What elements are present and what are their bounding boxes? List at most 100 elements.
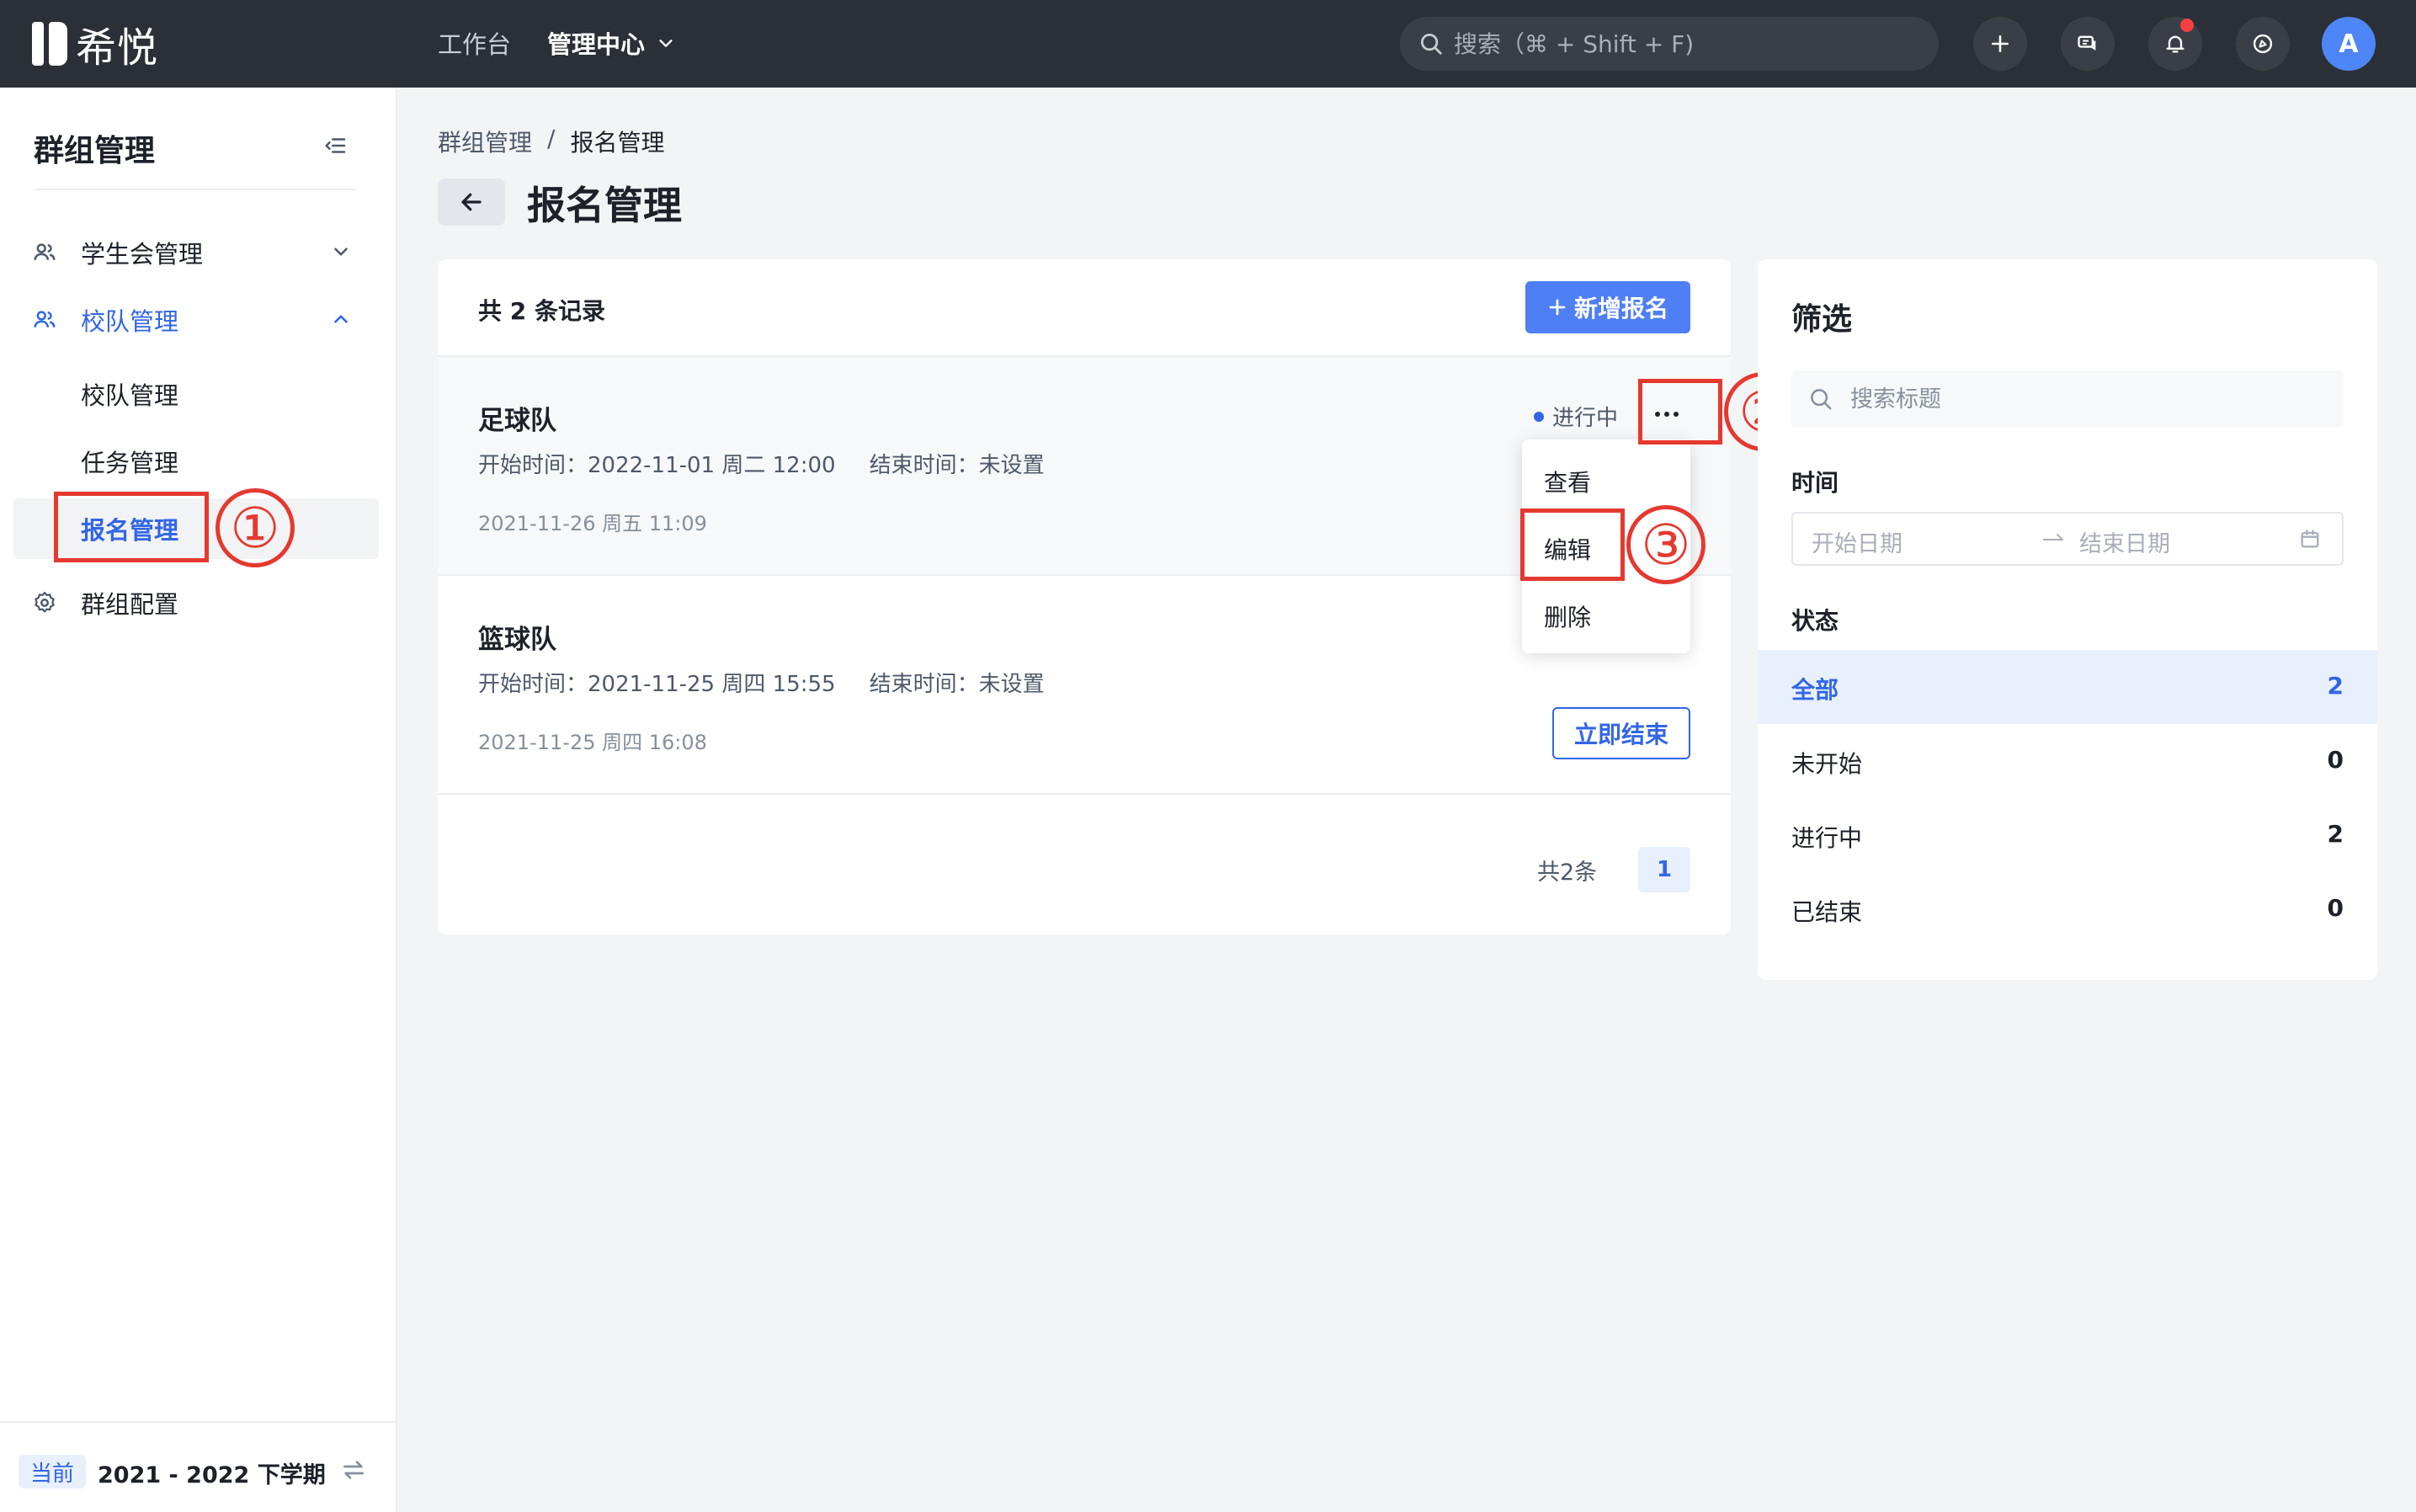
- user-avatar[interactable]: A: [2322, 17, 2376, 71]
- chevron-down-icon: [659, 40, 673, 47]
- registration-title: 足球队: [478, 406, 556, 436]
- sidebar-item-label: 校队管理: [81, 307, 179, 336]
- filter-panel: 筛选 时间 开始日期 结束日期 状态 全部 2 未开始 0 进行中 2 已结束 …: [1758, 259, 2377, 980]
- current-term-text: 2021 - 2022 下学期: [98, 1462, 326, 1488]
- annotation-box-3: [1520, 508, 1625, 581]
- compass-icon: [2253, 34, 2273, 54]
- current-term-badge: 当前: [19, 1455, 87, 1488]
- start-time: 开始时间：2022-11-01 周二 12:00: [478, 453, 836, 478]
- status-filter-count: 2: [2327, 820, 2344, 848]
- sidebar: 群组管理 学生会管理 校队管理 校队管理 任务管理 报名管理 群组配置 当前 2…: [0, 88, 397, 1512]
- plus-icon: [1549, 299, 1566, 316]
- registration-title: 篮球队: [478, 625, 556, 655]
- search-icon: [1421, 34, 1442, 55]
- arrow-left-icon: [461, 193, 482, 211]
- annotation-box-2: [1638, 379, 1722, 445]
- sidebar-item-label: 任务管理: [81, 449, 179, 477]
- apps-button[interactable]: [2236, 17, 2290, 71]
- sidebar-item-label: 校队管理: [81, 381, 179, 410]
- breadcrumb-current: 报名管理: [570, 129, 665, 157]
- sidebar-title: 群组管理: [34, 134, 156, 168]
- add-registration-label: 新增报名: [1573, 295, 1668, 322]
- annotation-number-3: ③: [1626, 505, 1706, 584]
- pagination-total: 共2条: [1537, 860, 1598, 886]
- status-filter-not-started[interactable]: 未开始 0: [1758, 724, 2377, 798]
- global-search-input[interactable]: [1454, 29, 1908, 58]
- top-bar: 希悦 工作台 管理中心 A: [0, 0, 2416, 88]
- menu-item-delete[interactable]: 删除: [1544, 599, 1591, 633]
- swap-icon[interactable]: [340, 1456, 367, 1483]
- plus-icon: [1992, 35, 2009, 52]
- sidebar-subitem-team-management[interactable]: 校队管理: [13, 364, 379, 424]
- annotation-box-1: [54, 492, 209, 562]
- breadcrumb: 群组管理 / 报名管理: [438, 125, 664, 158]
- end-time: 结束时间：未设置: [869, 453, 1045, 478]
- notifications-button[interactable]: [2148, 17, 2202, 71]
- start-date-placeholder[interactable]: 开始日期: [1812, 525, 1902, 558]
- notification-badge: [2180, 19, 2194, 32]
- end-now-button[interactable]: 立即结束: [1552, 707, 1690, 759]
- sidebar-item-label: 群组配置: [81, 590, 179, 619]
- sidebar-item-group-config[interactable]: 群组配置: [13, 572, 379, 633]
- create-button[interactable]: [1973, 17, 2027, 71]
- status-filter-name: 进行中: [1791, 824, 1863, 852]
- nav-management-center-label: 管理中心: [547, 30, 646, 59]
- status-filter-name: 已结束: [1791, 898, 1863, 926]
- status-filter-in-progress[interactable]: 进行中 2: [1758, 798, 2377, 872]
- users-icon: [34, 311, 56, 327]
- menu-item-view[interactable]: 查看: [1544, 465, 1591, 498]
- status-text: 进行中: [1552, 406, 1619, 431]
- chevron-up-icon: [334, 315, 348, 323]
- status-filter-all[interactable]: 全部 2: [1758, 650, 2377, 724]
- end-date-placeholder[interactable]: 结束日期: [2079, 525, 2170, 558]
- back-button[interactable]: [438, 178, 505, 226]
- created-time: 2021-11-25 周四 16:08: [478, 731, 707, 754]
- status-dot: [1534, 411, 1544, 422]
- filter-title: 筛选: [1791, 302, 1853, 337]
- messages-button[interactable]: [2061, 17, 2115, 71]
- logo-mark-icon: [32, 22, 67, 66]
- status-filter-ended[interactable]: 已结束 0: [1758, 872, 2377, 946]
- status-badge: 进行中: [1534, 401, 1618, 432]
- annotation-number-1: ①: [216, 488, 295, 567]
- gear-icon: [35, 592, 55, 613]
- status-filter-count: 2: [2327, 672, 2344, 700]
- page-title: 报名管理: [527, 183, 682, 228]
- nav-workbench[interactable]: 工作台: [438, 25, 511, 61]
- status-filter-name: 未开始: [1791, 750, 1863, 778]
- sidebar-subitem-task-management[interactable]: 任务管理: [13, 431, 379, 492]
- record-count: 共 2 条记录: [478, 297, 605, 325]
- chevron-down-icon: [334, 248, 348, 256]
- sidebar-item-school-team[interactable]: 校队管理: [13, 290, 379, 350]
- sidebar-item-label: 学生会管理: [81, 240, 204, 269]
- registration-times: 开始时间：2022-11-01 周二 12:00 结束时间：未设置: [478, 448, 1045, 479]
- collapse-menu-icon: [325, 138, 346, 153]
- title-search[interactable]: [1791, 370, 2344, 428]
- end-time: 结束时间：未设置: [869, 672, 1045, 697]
- sidebar-collapse-button[interactable]: [323, 133, 349, 162]
- nav-workbench-label: 工作台: [438, 30, 512, 59]
- status-filter-count: 0: [2327, 746, 2344, 774]
- add-registration-button[interactable]: 新增报名: [1525, 281, 1690, 333]
- breadcrumb-root[interactable]: 群组管理: [438, 125, 532, 158]
- app-logo[interactable]: 希悦: [32, 19, 158, 72]
- arrow-right-icon: [2043, 534, 2063, 540]
- sidebar-divider: [34, 189, 357, 190]
- users-icon: [34, 243, 56, 260]
- pagination-page-1[interactable]: 1: [1638, 847, 1690, 892]
- sidebar-item-student-union[interactable]: 学生会管理: [13, 222, 379, 283]
- global-search[interactable]: [1400, 17, 1939, 71]
- status-label: 状态: [1791, 607, 1839, 635]
- title-search-input[interactable]: [1850, 386, 2322, 413]
- status-filter-name: 全部: [1791, 676, 1839, 704]
- nav-management-center[interactable]: 管理中心: [547, 25, 675, 61]
- breadcrumb-separator: /: [547, 125, 556, 152]
- search-icon: [1811, 389, 1832, 410]
- registration-times: 开始时间：2021-11-25 周四 15:55 结束时间：未设置: [478, 667, 1045, 698]
- calendar-icon: [2301, 530, 2319, 548]
- date-range-picker[interactable]: 开始日期 结束日期: [1791, 512, 2344, 566]
- created-time: 2021-11-26 周五 11:09: [478, 512, 707, 535]
- app-name: 希悦: [76, 24, 159, 72]
- term-switcher[interactable]: 当前 2021 - 2022 下学期: [0, 1421, 396, 1512]
- list-header: 共 2 条记录 新增报名: [438, 259, 1731, 357]
